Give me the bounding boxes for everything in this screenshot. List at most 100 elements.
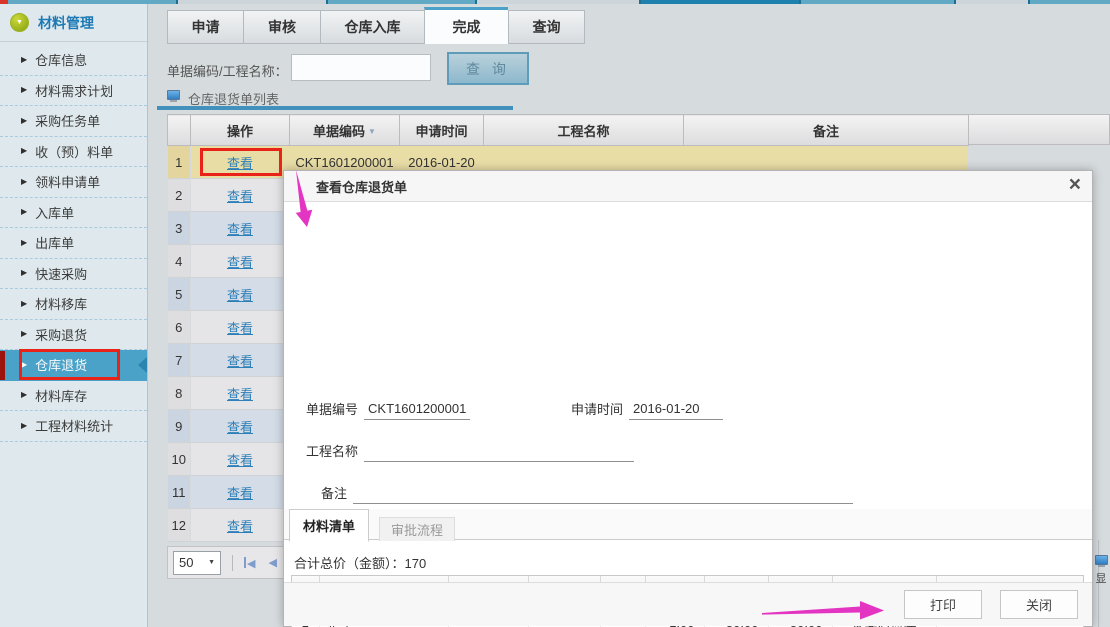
search-input[interactable] (291, 54, 431, 81)
page-tabs: 申请 审核 仓库入库 完成 查询 (167, 7, 585, 44)
sidebar-menu: ▶ 仓库信息 ▶ 材料需求计划 ▶ 采购任务单 ▶ 收（预）料单 ▶ 领料申请单… (0, 45, 147, 442)
strip-segment (328, 0, 475, 4)
select-caret-icon: ▼ (208, 559, 215, 566)
page-size-select[interactable]: 50 ▼ (173, 551, 221, 575)
field-code: 单据编号 CKT1601200001 (306, 399, 470, 420)
view-link[interactable]: 查看 (227, 321, 253, 336)
code-label: 单据编号 (306, 399, 358, 420)
view-link[interactable]: 查看 (227, 189, 253, 204)
view-link[interactable]: 查看 (227, 288, 253, 303)
sidebar-item-label: 领料申请单 (35, 172, 100, 191)
col-note[interactable]: 备注 (684, 115, 969, 146)
project-value (364, 443, 634, 462)
edge-widget-label: 显 (1093, 570, 1109, 586)
tab-query[interactable]: 查询 (508, 10, 585, 44)
note-label: 备注 (321, 483, 347, 504)
view-link[interactable]: 查看 (227, 222, 253, 237)
field-note: 备注 (321, 483, 853, 504)
sidebar-item-1[interactable]: ▶ 材料需求计划 (0, 76, 147, 107)
view-link[interactable]: 查看 (227, 354, 253, 369)
total-amount-text: 合计总价（金额）：170 (294, 553, 426, 572)
sidebar-item-7[interactable]: ▶ 快速采购 (0, 259, 147, 290)
sidebar-item-4[interactable]: ▶ 领料申请单 (0, 167, 147, 198)
right-edge-widget[interactable]: 显 (1093, 555, 1109, 586)
col-apply-time[interactable]: 申请时间 (400, 115, 484, 146)
query-button[interactable]: 查 询 (447, 52, 529, 85)
row-number: 1 (168, 146, 191, 179)
dialog-close-button[interactable]: 关闭 (1000, 590, 1078, 619)
dialog-tabs: 材料清单 审批流程 (284, 509, 1092, 540)
print-button[interactable]: 打印 (904, 590, 982, 619)
sidebar-title: 材料管理 (38, 13, 94, 33)
browser-tab-edge-strip (0, 0, 1110, 4)
sidebar: ▼ 材料管理 ▶ 仓库信息 ▶ 材料需求计划 ▶ 采购任务单 ▶ 收（预）料单 … (0, 4, 148, 627)
view-link[interactable]: 查看 (227, 387, 253, 402)
item-bullet-icon: ▶ (21, 86, 27, 94)
item-bullet-icon: ▶ (21, 239, 27, 247)
sidebar-item-label: 采购任务单 (35, 111, 100, 130)
selected-item-marker (0, 351, 5, 380)
table-header-filler (967, 114, 1110, 145)
dialog-footer: 打印 关闭 (284, 582, 1092, 626)
tab-apply[interactable]: 申请 (167, 10, 243, 44)
apply-time-value: 2016-01-20 (629, 401, 723, 420)
prev-page-icon[interactable]: ◀ (268, 556, 276, 569)
view-link[interactable]: 查看 (227, 453, 253, 468)
tab-warehouse-in[interactable]: 仓库入库 (320, 10, 424, 44)
sidebar-item-8[interactable]: ▶ 材料移库 (0, 289, 147, 320)
sidebar-item-11[interactable]: ▶ 材料库存 (0, 381, 147, 412)
row-number: 4 (168, 245, 191, 278)
item-bullet-icon: ▶ (21, 361, 27, 369)
sidebar-item-12[interactable]: ▶ 工程材料统计 (0, 411, 147, 442)
sidebar-item-10[interactable]: ▶ 仓库退货 (0, 350, 147, 381)
col-action[interactable]: 操作 (191, 115, 290, 146)
row-number: 11 (168, 476, 191, 509)
sidebar-item-label: 快速采购 (35, 264, 87, 283)
sidebar-item-2[interactable]: ▶ 采购任务单 (0, 106, 147, 137)
item-bullet-icon: ▶ (21, 391, 27, 399)
sidebar-item-label: 工程材料统计 (35, 416, 113, 435)
item-bullet-icon: ▶ (21, 208, 27, 216)
chevron-down-circle-icon: ▼ (10, 13, 29, 32)
sidebar-item-3[interactable]: ▶ 收（预）料单 (0, 137, 147, 168)
item-bullet-icon: ▶ (21, 422, 27, 430)
row-number: 6 (168, 311, 191, 344)
monitor-icon (1095, 555, 1108, 565)
monitor-icon (167, 90, 180, 100)
pager-nav: ◀ ◀ (244, 555, 277, 570)
row-number: 8 (168, 377, 191, 410)
pager-divider (232, 555, 233, 571)
tab-approval-flow[interactable]: 审批流程 (379, 517, 455, 541)
sidebar-item-5[interactable]: ▶ 入库单 (0, 198, 147, 229)
col-project[interactable]: 工程名称 (484, 115, 684, 146)
row-number: 5 (168, 278, 191, 311)
first-page-icon[interactable]: ◀ (244, 555, 255, 570)
view-link[interactable]: 查看 (227, 255, 253, 270)
sidebar-item-label: 仓库信息 (35, 50, 87, 69)
view-link[interactable]: 查看 (227, 156, 253, 171)
sidebar-item-label: 采购退货 (35, 325, 87, 344)
strip-segment (956, 0, 1028, 4)
sidebar-item-9[interactable]: ▶ 采购退货 (0, 320, 147, 351)
col-code[interactable]: 单据编码▼ (290, 115, 400, 146)
view-link[interactable]: 查看 (227, 486, 253, 501)
sidebar-item-label: 收（预）料单 (35, 142, 113, 161)
sort-caret-icon: ▼ (368, 127, 376, 136)
close-icon[interactable]: × (1069, 174, 1081, 195)
sidebar-item-label: 材料移库 (35, 294, 87, 313)
sidebar-item-0[interactable]: ▶ 仓库信息 (0, 45, 147, 76)
strip-segment (1030, 0, 1110, 4)
item-bullet-icon: ▶ (21, 269, 27, 277)
item-bullet-icon: ▶ (21, 147, 27, 155)
item-bullet-icon: ▶ (21, 117, 27, 125)
view-link[interactable]: 查看 (227, 420, 253, 435)
list-title-underline (157, 106, 513, 110)
view-link[interactable]: 查看 (227, 519, 253, 534)
sidebar-item-6[interactable]: ▶ 出库单 (0, 228, 147, 259)
sidebar-header[interactable]: ▼ 材料管理 (0, 4, 147, 42)
strip-segment (477, 0, 639, 4)
strip-segment (178, 0, 326, 4)
tab-complete[interactable]: 完成 (424, 7, 508, 44)
tab-material-list[interactable]: 材料清单 (289, 509, 369, 542)
tab-review[interactable]: 审核 (243, 10, 320, 44)
